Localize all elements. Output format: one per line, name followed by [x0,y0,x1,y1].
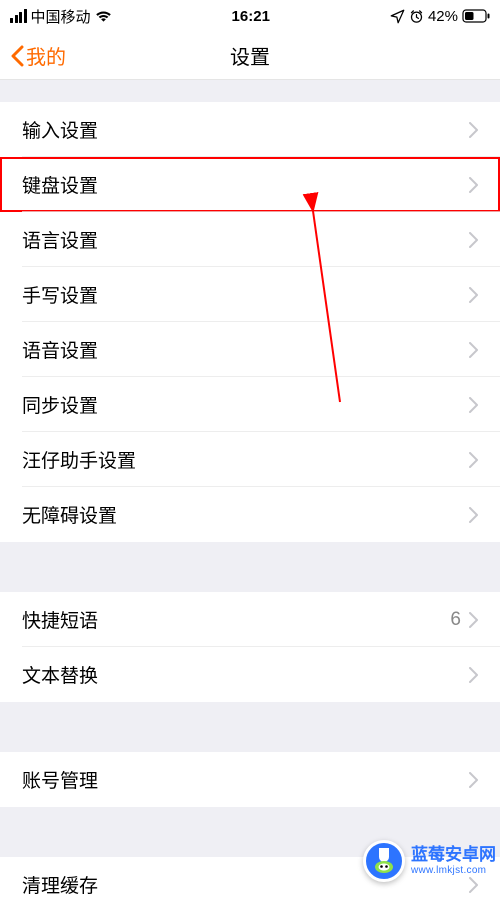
signal-icon [10,9,27,23]
settings-group-2: 快捷短语 6 文本替换 [0,592,500,702]
watermark-badge-icon [363,840,405,882]
alarm-icon [409,9,424,24]
item-label: 快捷短语 [22,606,98,633]
item-label: 手写设置 [22,281,98,308]
item-label: 同步设置 [22,391,98,418]
chevron-left-icon [10,45,24,67]
chevron-right-icon [469,342,478,358]
item-label: 清理缓存 [22,871,98,898]
voice-settings-item[interactable]: 语音设置 [0,322,500,377]
status-bar: 中国移动 16:21 42% [0,0,500,32]
sync-settings-item[interactable]: 同步设置 [0,377,500,432]
chevron-right-icon [469,667,478,683]
wifi-icon [95,10,112,23]
input-settings-item[interactable]: 输入设置 [0,102,500,157]
watermark-title: 蓝莓安卓网 [411,845,496,865]
back-button[interactable]: 我的 [10,41,66,70]
status-time: 16:21 [232,8,270,25]
account-management-item[interactable]: 账号管理 [0,752,500,807]
chevron-right-icon [469,772,478,788]
settings-group-3: 账号管理 [0,752,500,807]
language-settings-item[interactable]: 语言设置 [0,212,500,267]
item-label: 输入设置 [22,116,98,143]
shortcuts-count: 6 [450,609,461,631]
status-left: 中国移动 [10,6,112,27]
chevron-right-icon [469,177,478,193]
back-label: 我的 [26,41,66,70]
page-title: 设置 [230,41,270,70]
watermark-url: www.lmkjst.com [411,865,496,877]
text-replace-item[interactable]: 文本替换 [0,647,500,702]
chevron-right-icon [469,122,478,138]
location-icon [390,9,405,24]
chevron-right-icon [469,287,478,303]
item-label: 账号管理 [22,766,98,793]
item-label: 无障碍设置 [22,501,117,528]
carrier-label: 中国移动 [31,6,91,27]
wangzai-assistant-item[interactable]: 汪仔助手设置 [0,432,500,487]
chevron-right-icon [469,452,478,468]
watermark: 蓝莓安卓网 www.lmkjst.com [363,840,496,882]
watermark-text: 蓝莓安卓网 www.lmkjst.com [411,845,496,876]
chevron-right-icon [469,397,478,413]
item-label: 语言设置 [22,226,98,253]
item-label: 文本替换 [22,661,98,688]
item-label: 汪仔助手设置 [22,446,136,473]
nav-bar: 我的 设置 [0,32,500,80]
status-right: 42% [390,8,490,25]
battery-icon [462,9,490,23]
handwriting-settings-item[interactable]: 手写设置 [0,267,500,322]
keyboard-settings-item[interactable]: 键盘设置 [0,157,500,212]
chevron-right-icon [469,507,478,523]
settings-group-1: 输入设置 键盘设置 语言设置 手写设置 语音设置 同步设置 汪仔助手设置 无障碍… [0,102,500,542]
accessibility-settings-item[interactable]: 无障碍设置 [0,487,500,542]
section-spacer [0,702,500,752]
shortcuts-item[interactable]: 快捷短语 6 [0,592,500,647]
battery-text: 42% [428,8,458,25]
section-spacer [0,542,500,592]
section-spacer [0,80,500,102]
item-label: 语音设置 [22,336,98,363]
chevron-right-icon [469,232,478,248]
chevron-right-icon [469,612,478,628]
item-label: 键盘设置 [22,171,98,198]
